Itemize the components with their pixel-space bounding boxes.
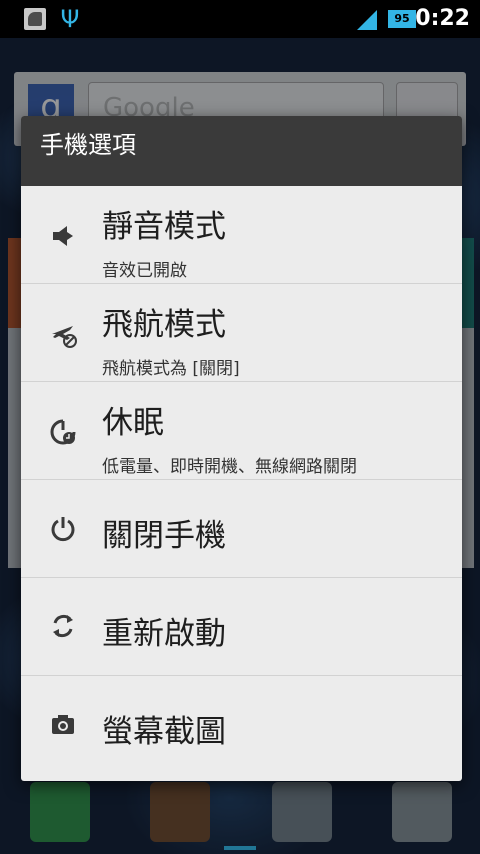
clock: 0:22 (415, 6, 470, 31)
option-subtitle: 音效已開啟 (102, 261, 187, 281)
battery-icon: 95 (388, 10, 416, 28)
option-subtitle: 低電量、即時開機、無線網路關閉 (102, 457, 357, 477)
option-title: 飛航模式 (102, 307, 226, 343)
phone-options-dialog: 手機選項 靜音模式 音效已開啟 飛航模式 飛航模式為 [關閉] 休眠 低電量、即… (21, 116, 462, 781)
camera-icon (52, 715, 74, 734)
option-screenshot[interactable]: 螢幕截圖 (21, 676, 462, 774)
notification-icon (24, 8, 46, 30)
reboot-icon (53, 614, 73, 638)
option-sleep[interactable]: 休眠 低電量、即時開機、無線網路關閉 (21, 382, 462, 480)
airplane-off-icon (52, 326, 77, 348)
usb-icon: Ψ (60, 5, 80, 33)
option-title: 重新啟動 (102, 616, 226, 652)
status-bar: Ψ 95 0:22 (0, 0, 480, 38)
option-silent-mode[interactable]: 靜音模式 音效已開啟 (21, 186, 462, 284)
option-power-off[interactable]: 關閉手機 (21, 480, 462, 578)
option-title: 靜音模式 (102, 209, 226, 245)
option-airplane-mode[interactable]: 飛航模式 飛航模式為 [關閉] (21, 284, 462, 382)
sound-on-icon (53, 226, 73, 246)
option-title: 螢幕截圖 (102, 714, 226, 750)
sleep-icon (50, 419, 76, 445)
signal-icon (357, 10, 377, 30)
option-title: 休眠 (102, 405, 164, 441)
option-title: 關閉手機 (102, 518, 226, 554)
power-icon (51, 517, 75, 542)
option-subtitle: 飛航模式為 [關閉] (102, 359, 240, 379)
battery-level: 95 (394, 12, 410, 25)
dialog-title: 手機選項 (21, 116, 462, 186)
option-reboot[interactable]: 重新啟動 (21, 578, 462, 676)
